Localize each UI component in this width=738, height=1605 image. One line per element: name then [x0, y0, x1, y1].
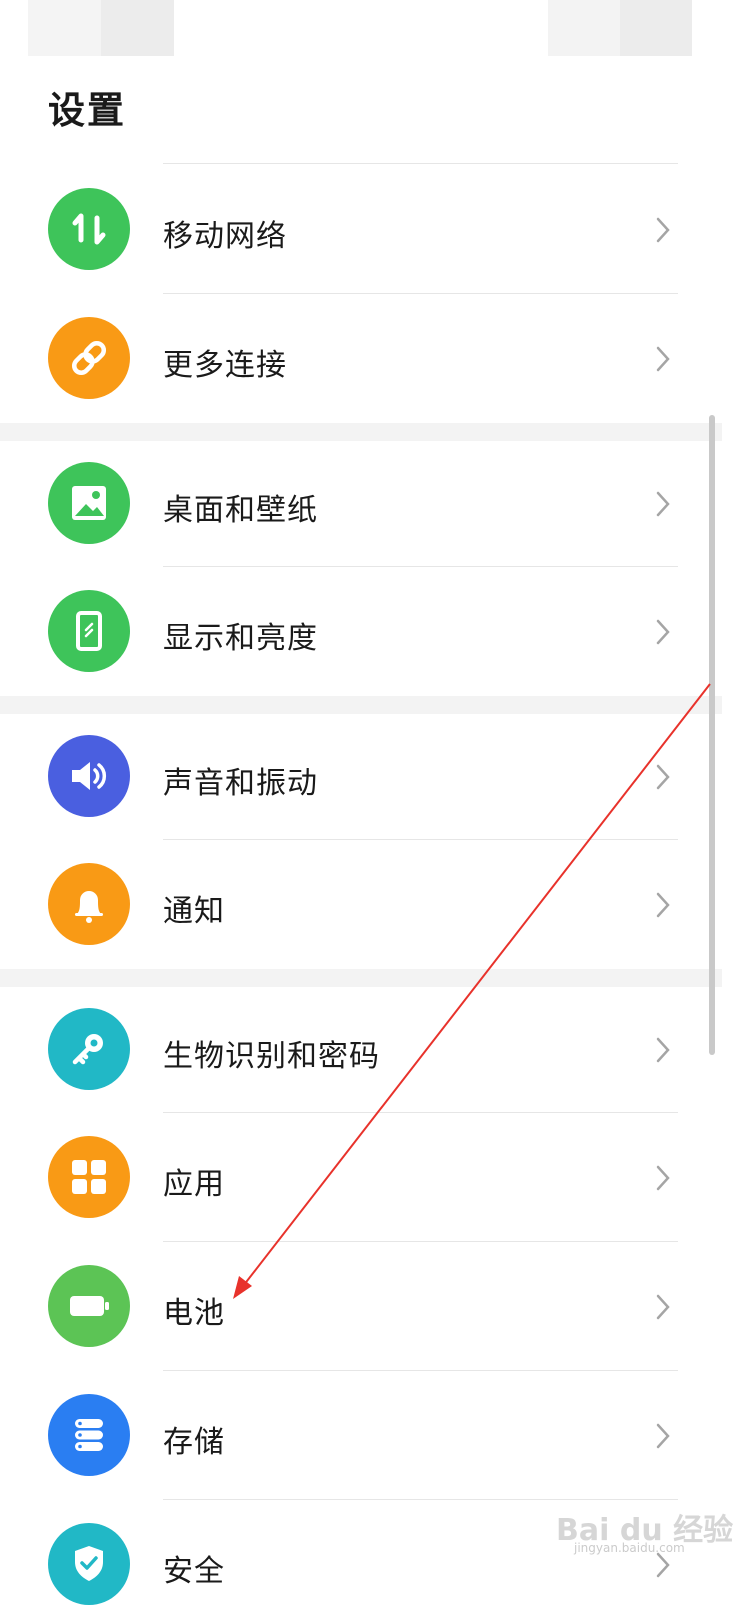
- settings-item-battery[interactable]: 电池: [0, 1242, 738, 1371]
- chevron-right-icon: [656, 1037, 670, 1063]
- section-gap: [0, 696, 722, 714]
- link-icon: [48, 317, 130, 399]
- settings-item-label: 安全: [163, 1554, 225, 1589]
- chevron-right-icon: [656, 764, 670, 790]
- section-gap: [0, 423, 722, 441]
- chevron-right-icon: [656, 1294, 670, 1320]
- settings-item-label: 更多连接: [163, 348, 287, 383]
- settings-item-label: 通知: [163, 894, 225, 929]
- speaker-icon: [48, 735, 130, 817]
- chevron-right-icon: [656, 491, 670, 517]
- settings-item-mobile-network[interactable]: 移动网络: [0, 165, 738, 294]
- settings-item-storage[interactable]: 存储: [0, 1371, 738, 1500]
- settings-item-label: 生物识别和密码: [163, 1039, 380, 1074]
- settings-item-label: 应用: [163, 1167, 225, 1202]
- settings-item-label: 存储: [163, 1425, 225, 1460]
- shield-icon: [48, 1523, 130, 1605]
- key-icon: [48, 1008, 130, 1090]
- storage-icon: [48, 1394, 130, 1476]
- chevron-right-icon: [656, 346, 670, 372]
- mobile-data-icon: [48, 188, 130, 270]
- chevron-right-icon: [656, 892, 670, 918]
- bell-icon: [48, 863, 130, 945]
- page-title: 设置: [48, 89, 126, 132]
- settings-item-sound-vibration[interactable]: 声音和振动: [0, 714, 738, 843]
- settings-item-label: 桌面和壁纸: [163, 493, 318, 528]
- apps-grid-icon: [48, 1136, 130, 1218]
- chevron-right-icon: [656, 1165, 670, 1191]
- settings-item-apps[interactable]: 应用: [0, 1113, 738, 1242]
- settings-item-biometrics-password[interactable]: 生物识别和密码: [0, 987, 738, 1116]
- settings-item-more-connections[interactable]: 更多连接: [0, 294, 738, 423]
- chevron-right-icon: [656, 1552, 670, 1578]
- settings-item-label: 电池: [163, 1296, 225, 1331]
- settings-item-desktop-wallpaper[interactable]: 桌面和壁纸: [0, 441, 738, 570]
- chevron-right-icon: [656, 1423, 670, 1449]
- chevron-right-icon: [656, 619, 670, 645]
- chevron-right-icon: [656, 217, 670, 243]
- watermark-url: jingyan.baidu.com: [574, 1541, 685, 1555]
- settings-item-label: 显示和亮度: [163, 621, 318, 656]
- settings-item-display-brightness[interactable]: 显示和亮度: [0, 567, 738, 696]
- battery-icon: [48, 1265, 130, 1347]
- settings-item-label: 移动网络: [163, 219, 287, 254]
- divider: [163, 163, 678, 164]
- settings-item-notifications[interactable]: 通知: [0, 840, 738, 969]
- status-bar-left-blurred: [28, 0, 174, 56]
- section-gap: [0, 969, 722, 987]
- phone-display-icon: [48, 590, 130, 672]
- scrollbar[interactable]: [709, 415, 715, 1055]
- settings-item-label: 声音和振动: [163, 766, 318, 801]
- image-icon: [48, 462, 130, 544]
- status-bar-right-blurred: [548, 0, 692, 56]
